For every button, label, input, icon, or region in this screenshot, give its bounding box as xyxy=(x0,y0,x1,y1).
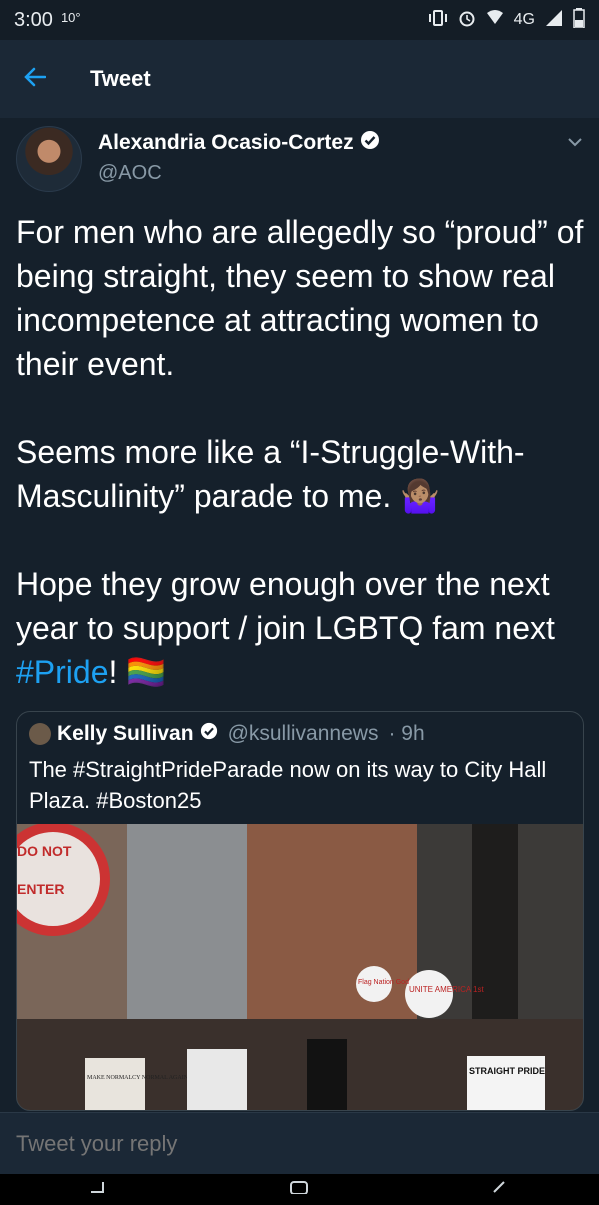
tweet-paragraph-end: ! 🏳️‍🌈 xyxy=(108,654,167,690)
verified-badge-icon xyxy=(200,722,218,746)
image-sign-text: ENTER xyxy=(17,881,64,897)
author-name: Alexandria Ocasio-Cortez xyxy=(98,131,354,154)
status-icons: 4G xyxy=(428,7,585,33)
tweet-paragraph: Seems more like a “I-Struggle-With-Mascu… xyxy=(16,434,525,514)
quoted-tweet-header: Kelly Sullivan @ksullivannews · 9h xyxy=(29,722,425,746)
status-time: 3:00 xyxy=(14,8,53,31)
status-temperature: 10° xyxy=(60,9,81,25)
battery-icon xyxy=(573,7,585,33)
status-bar: 3:00 10° 4G xyxy=(0,0,599,40)
more-options-button[interactable] xyxy=(567,134,583,152)
tweet-paragraph: For men who are allegedly so “proud” of … xyxy=(16,214,584,382)
quoted-handle: @ksullivannews xyxy=(227,722,379,745)
page-title: Tweet xyxy=(90,66,151,91)
app-header: Tweet xyxy=(0,40,599,118)
quoted-text: The #StraightPrideParade now on its way … xyxy=(29,757,547,813)
image-sign-text: MAKE NORMALCY NORMAL AGAIN xyxy=(87,1075,189,1081)
image-sign-text: Flag Nation God xyxy=(358,979,409,986)
author-handle: @AOC xyxy=(98,162,162,184)
signal-icon xyxy=(545,9,563,32)
chevron-down-icon xyxy=(567,134,583,151)
recent-apps-icon[interactable] xyxy=(89,1180,111,1199)
wifi-icon xyxy=(486,9,504,31)
back-nav-icon[interactable] xyxy=(488,1180,510,1199)
tweet-paragraph-text: Hope they grow enough over the next year… xyxy=(16,566,555,646)
quoted-image[interactable]: DO NOT ENTER UNITE AMERICA 1st Flag Nati… xyxy=(17,822,583,1110)
verified-badge-icon xyxy=(360,130,380,156)
quoted-author-name: Kelly Sullivan xyxy=(57,722,194,745)
tweet-text: For men who are allegedly so “proud” of … xyxy=(16,210,588,694)
back-button[interactable] xyxy=(0,40,70,118)
image-sign-text: UNITE AMERICA 1st xyxy=(409,985,484,994)
avatar[interactable] xyxy=(16,126,82,192)
image-sign-text: DO NOT xyxy=(17,843,72,859)
home-icon[interactable] xyxy=(288,1180,310,1199)
reply-input[interactable] xyxy=(16,1130,576,1157)
tweet-author[interactable]: Alexandria Ocasio-Cortez @AOC xyxy=(16,126,380,192)
tweet-paragraph: Hope they grow enough over the next year… xyxy=(16,562,588,694)
quoted-tweet[interactable]: Kelly Sullivan @ksullivannews · 9h The #… xyxy=(16,711,584,1111)
vibrate-icon xyxy=(428,9,448,32)
network-type: 4G xyxy=(513,11,535,28)
quoted-time: · 9h xyxy=(388,722,425,745)
image-sign-text: STRAIGHT PRIDE xyxy=(469,1066,545,1076)
alarm-icon xyxy=(458,9,476,32)
quoted-avatar xyxy=(29,723,51,745)
reply-bar xyxy=(0,1112,599,1174)
back-arrow-icon xyxy=(24,67,47,92)
system-nav-bar xyxy=(0,1174,599,1205)
hashtag-link[interactable]: #Pride xyxy=(16,654,109,690)
